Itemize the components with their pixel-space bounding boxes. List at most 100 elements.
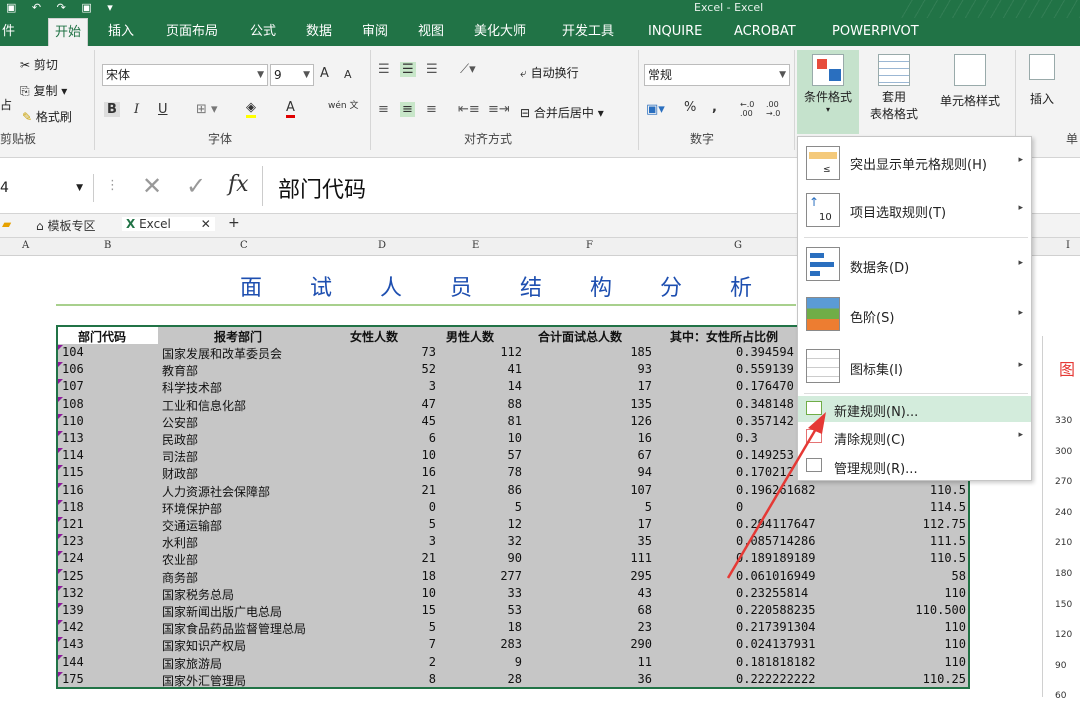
cell-female[interactable]: 47 [422,397,436,411]
cell-ratio[interactable]: 0.149253 [736,448,794,462]
format-painter-button[interactable]: ✎ 格式刷 [22,108,72,125]
column-header[interactable]: D [378,240,386,251]
cell-dept-code[interactable]: 125 [62,569,84,583]
align-center-icon[interactable]: ≡ [400,102,415,117]
cell-male[interactable]: 81 [508,414,522,428]
tab-template-zone[interactable]: ⌂ 模板专区 [36,217,95,234]
cell-female[interactable]: 21 [422,483,436,497]
percent-button[interactable]: % [684,100,696,115]
cell-female[interactable]: 52 [422,362,436,376]
table-row[interactable]: 175 国家外汇管理局 8 28 36 0.222222222 110.25 [58,671,968,689]
cell-total[interactable]: 290 [630,637,652,651]
menu-item-new-rule[interactable]: 新建规则(N)... [798,396,1031,422]
cell-dept-name[interactable]: 科学技术部 [162,379,222,396]
cell-score[interactable]: 112.75 [923,517,966,531]
cell-ratio[interactable]: 0.222222222 [736,672,815,686]
cell-dept-code[interactable]: 175 [62,672,84,686]
paste-button[interactable]: 占 [0,96,12,113]
cell-ratio[interactable]: 0.085714286 [736,534,815,548]
cell-score[interactable]: 110 [944,620,966,634]
cell-total[interactable]: 107 [630,483,652,497]
currency-icon[interactable]: ▣▾ [646,102,665,117]
tab-developer[interactable]: 开发工具 [556,18,620,46]
cell-ratio[interactable]: 0.23255814 [736,586,808,600]
cell-male[interactable]: 86 [508,483,522,497]
cell-female[interactable]: 10 [422,586,436,600]
insert-function-button[interactable]: fx [228,172,249,197]
cell-female[interactable]: 16 [422,465,436,479]
menu-item-icon-sets[interactable]: 图标集(I) ▸ [798,343,1031,391]
header-dept-code[interactable]: 部门代码 [78,328,126,345]
cell-total[interactable]: 67 [638,448,652,462]
cell-total[interactable]: 17 [638,379,652,393]
insert-cells-button[interactable]: 插入 [1022,54,1062,107]
header-male[interactable]: 男性人数 [446,328,494,345]
cell-total[interactable]: 16 [638,431,652,445]
cell-male[interactable]: 41 [508,362,522,376]
tab-formulas[interactable]: 公式 [244,18,282,46]
cell-dept-name[interactable]: 商务部 [162,569,198,586]
cell-male[interactable]: 33 [508,586,522,600]
cell-female[interactable]: 10 [422,448,436,462]
name-box[interactable]: 4 ▼ [0,174,94,202]
close-icon[interactable]: ✕ [201,217,211,231]
cell-male[interactable]: 57 [508,448,522,462]
number-format-select[interactable]: 常规 ▼ [644,64,790,86]
cell-dept-code[interactable]: 114 [62,448,84,462]
tab-home[interactable]: 开始 [48,18,89,46]
menu-item-manage-rules[interactable]: 管理规则(R)... [798,453,1031,479]
cell-total[interactable]: 36 [638,672,652,686]
cell-dept-code[interactable]: 121 [62,517,84,531]
cell-dept-name[interactable]: 环境保护部 [162,500,222,517]
enter-icon[interactable]: ✓ [186,172,206,200]
cell-styles-button[interactable]: 单元格样式 [930,54,1010,109]
orientation-icon[interactable]: ⟋▾ [460,62,476,77]
cell-ratio[interactable]: 0.357142 [736,414,794,428]
cell-ratio[interactable]: 0.181818182 [736,655,815,669]
cell-dept-code[interactable]: 106 [62,362,84,376]
cell-dept-code[interactable]: 118 [62,500,84,514]
cell-dept-name[interactable]: 国家新闻出版广电总局 [162,603,282,620]
cell-dept-code[interactable]: 124 [62,551,84,565]
cell-score[interactable]: 110 [944,655,966,669]
cell-dept-name[interactable]: 国家旅游局 [162,655,222,672]
cell-female[interactable]: 5 [429,620,436,634]
cell-female[interactable]: 2 [429,655,436,669]
copy-button[interactable]: ⎘ 复制 ▾ [20,82,67,99]
cell-total[interactable]: 93 [638,362,652,376]
tab-inquire[interactable]: INQUIRE [642,18,708,46]
cell-dept-name[interactable]: 公安部 [162,414,198,431]
cell-dept-name[interactable]: 国家知识产权局 [162,637,246,654]
header-ratio[interactable]: 其中：女性所占比例 [670,328,778,345]
cell-dept-name[interactable]: 财政部 [162,465,198,482]
cell-score[interactable]: 111.5 [930,534,966,548]
cell-dept-code[interactable]: 108 [62,397,84,411]
cell-ratio[interactable]: 0.394594 [736,345,794,359]
cell-male[interactable]: 18 [508,620,522,634]
cell-dept-name[interactable]: 国家发展和改革委员会 [162,345,282,362]
cell-female[interactable]: 45 [422,414,436,428]
cell-female[interactable]: 15 [422,603,436,617]
cell-dept-name[interactable]: 国家外汇管理局 [162,672,246,689]
cell-dept-code[interactable]: 104 [62,345,84,359]
cell-dept-code[interactable]: 107 [62,379,84,393]
cell-dept-name[interactable]: 农业部 [162,551,198,568]
cell-male[interactable]: 88 [508,397,522,411]
cell-female[interactable]: 73 [422,345,436,359]
cell-dept-name[interactable]: 工业和信息化部 [162,397,246,414]
add-tab-button[interactable]: + [228,215,240,231]
merge-center-button[interactable]: ⊟ 合并后居中 ▾ [520,104,604,121]
cell-male[interactable]: 9 [515,655,522,669]
cell-total[interactable]: 68 [638,603,652,617]
cell-total[interactable]: 94 [638,465,652,479]
cell-dept-name[interactable]: 人力资源社会保障部 [162,483,270,500]
align-top-icon[interactable]: ☰ [378,62,390,77]
align-bottom-icon[interactable]: ☰ [426,62,438,77]
cell-ratio[interactable]: 0.3 [736,431,758,445]
header-total[interactable]: 合计面试总人数 [538,328,622,345]
column-header[interactable]: C [240,240,248,251]
cell-ratio[interactable]: 0.196261682 [736,483,815,497]
menu-item-top-bottom-rules[interactable]: ↑ 10 项目选取规则(T) ▸ [798,189,1031,233]
format-as-table-button[interactable]: 套用 表格格式 [862,54,926,122]
cell-female[interactable]: 7 [429,637,436,651]
